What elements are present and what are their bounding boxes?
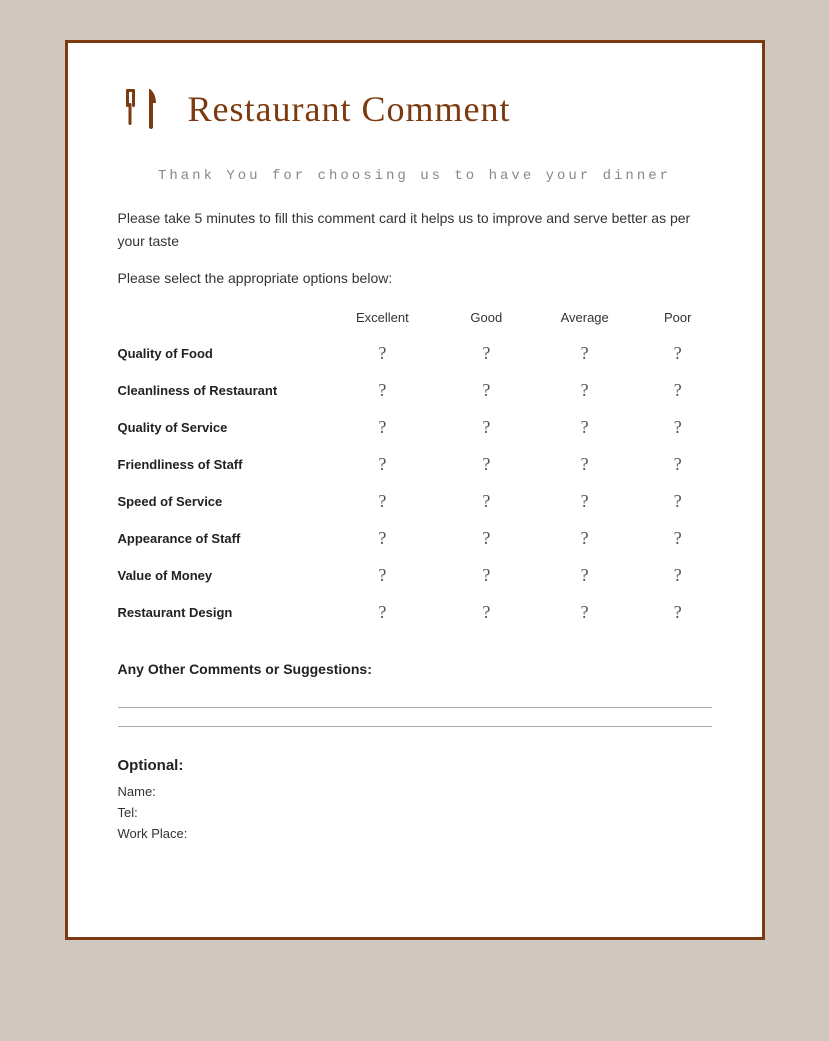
rating-cell[interactable]: ? — [525, 446, 643, 483]
rating-cell[interactable]: ? — [644, 335, 712, 372]
field-name[interactable]: Name: — [118, 784, 712, 799]
rating-cell[interactable]: ? — [447, 409, 525, 446]
rating-cell[interactable]: ? — [644, 372, 712, 409]
optional-section: Optional: Name: Tel: Work Place: — [118, 757, 712, 841]
field-tel[interactable]: Tel: — [118, 805, 712, 820]
rating-cell[interactable]: ? — [318, 483, 448, 520]
rating-cell[interactable]: ? — [525, 483, 643, 520]
rating-cell[interactable]: ? — [644, 520, 712, 557]
rating-cell[interactable]: ? — [644, 594, 712, 631]
row-label-friendliness: Friendliness of Staff — [118, 446, 318, 483]
optional-title: Optional: — [118, 757, 712, 774]
table-row: Cleanliness of Restaurant ? ? ? ? — [118, 372, 712, 409]
comment-line-2 — [118, 726, 712, 727]
rating-cell[interactable]: ? — [318, 594, 448, 631]
rating-cell[interactable]: ? — [644, 446, 712, 483]
table-row: Appearance of Staff ? ? ? ? — [118, 520, 712, 557]
row-label-design: Restaurant Design — [118, 594, 318, 631]
rating-cell[interactable]: ? — [525, 335, 643, 372]
comments-label: Any Other Comments or Suggestions: — [118, 661, 712, 677]
rating-cell[interactable]: ? — [447, 372, 525, 409]
rating-cell[interactable]: ? — [318, 446, 448, 483]
card-header: Restaurant Comment — [118, 83, 712, 135]
table-row: Quality of Food ? ? ? ? — [118, 335, 712, 372]
rating-cell[interactable]: ? — [447, 446, 525, 483]
rating-cell[interactable]: ? — [525, 557, 643, 594]
table-row: Friendliness of Staff ? ? ? ? — [118, 446, 712, 483]
col-poor: Poor — [644, 310, 712, 335]
comments-section: Any Other Comments or Suggestions: — [118, 661, 712, 727]
description-text: Please take 5 minutes to fill this comme… — [118, 207, 712, 252]
rating-cell[interactable]: ? — [447, 520, 525, 557]
row-label-speed: Speed of Service — [118, 483, 318, 520]
table-row: Speed of Service ? ? ? ? — [118, 483, 712, 520]
rating-cell[interactable]: ? — [525, 520, 643, 557]
rating-cell[interactable]: ? — [447, 335, 525, 372]
rating-cell[interactable]: ? — [525, 409, 643, 446]
fork-knife-icon — [118, 83, 170, 135]
rating-cell[interactable]: ? — [318, 372, 448, 409]
comment-line-1 — [118, 707, 712, 708]
subtitle-text: Thank You for choosing us to have your d… — [118, 165, 712, 187]
table-row: Quality of Service ? ? ? ? — [118, 409, 712, 446]
rating-cell[interactable]: ? — [318, 409, 448, 446]
col-average: Average — [525, 310, 643, 335]
instruction-text: Please select the appropriate options be… — [118, 270, 712, 286]
rating-cell[interactable]: ? — [447, 594, 525, 631]
comment-card: Restaurant Comment Thank You for choosin… — [65, 40, 765, 940]
col-excellent: Excellent — [318, 310, 448, 335]
rating-cell[interactable]: ? — [318, 335, 448, 372]
page-title: Restaurant Comment — [188, 88, 511, 130]
rating-cell[interactable]: ? — [525, 372, 643, 409]
rating-cell[interactable]: ? — [644, 557, 712, 594]
table-row: Restaurant Design ? ? ? ? — [118, 594, 712, 631]
table-header-row: Excellent Good Average Poor — [118, 310, 712, 335]
row-label-quality-service: Quality of Service — [118, 409, 318, 446]
rating-cell[interactable]: ? — [318, 520, 448, 557]
rating-cell[interactable]: ? — [318, 557, 448, 594]
row-label-value: Value of Money — [118, 557, 318, 594]
rating-cell[interactable]: ? — [447, 483, 525, 520]
col-good: Good — [447, 310, 525, 335]
row-label-quality-food: Quality of Food — [118, 335, 318, 372]
rating-cell[interactable]: ? — [447, 557, 525, 594]
rating-cell[interactable]: ? — [644, 483, 712, 520]
rating-cell[interactable]: ? — [644, 409, 712, 446]
table-row: Value of Money ? ? ? ? — [118, 557, 712, 594]
row-label-cleanliness: Cleanliness of Restaurant — [118, 372, 318, 409]
row-label-appearance: Appearance of Staff — [118, 520, 318, 557]
ratings-table: Excellent Good Average Poor Quality of F… — [118, 310, 712, 631]
rating-cell[interactable]: ? — [525, 594, 643, 631]
field-workplace[interactable]: Work Place: — [118, 826, 712, 841]
